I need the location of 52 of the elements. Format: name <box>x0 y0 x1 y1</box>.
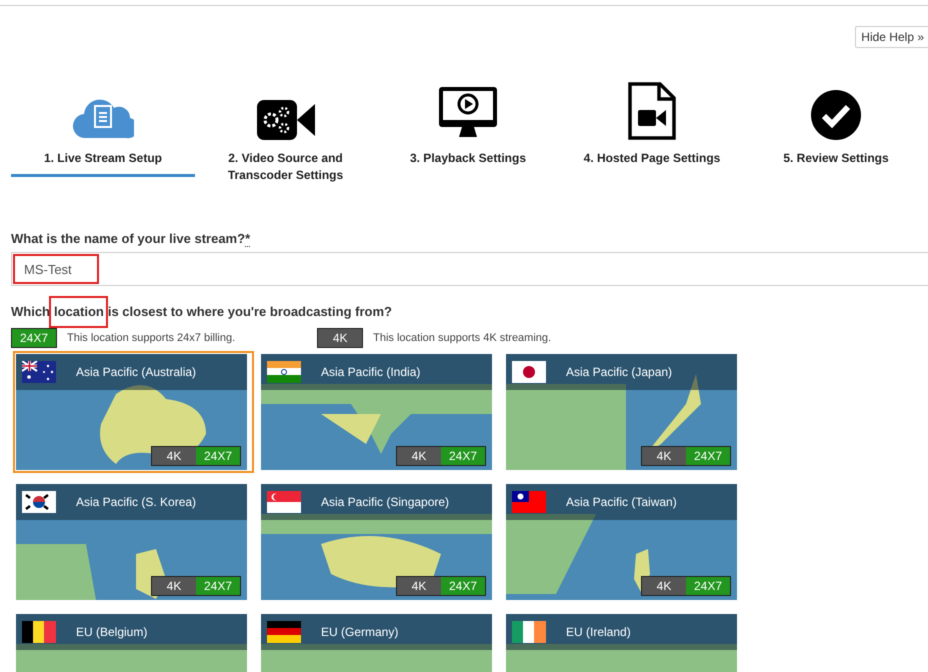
flag-icon <box>267 361 301 383</box>
step-tab[interactable]: 4. Hosted Page Settings <box>560 150 744 177</box>
flag-icon <box>512 491 546 513</box>
feature-badge: 24X7 <box>441 577 485 595</box>
feature-badge: 4K <box>642 447 686 465</box>
step-tab[interactable]: 1. Live Stream Setup <box>11 150 195 177</box>
video-file-icon <box>628 82 676 140</box>
step-tab[interactable]: 3. Playback Settings <box>376 150 560 177</box>
location-name: Asia Pacific (India) <box>321 365 420 379</box>
flag-icon <box>512 361 546 383</box>
flag-icon <box>267 491 301 513</box>
flag-icon <box>22 621 56 643</box>
location-name: Asia Pacific (Taiwan) <box>566 495 677 509</box>
question-text: is closest to where you're broadcasting from? <box>108 304 392 319</box>
flag-icon <box>512 621 546 643</box>
feature-badge: 4K <box>642 577 686 595</box>
feature-badge: 24X7 <box>196 577 240 595</box>
stream-name-field[interactable]: MS-Test <box>11 252 928 286</box>
feature-badge: 24X7 <box>686 447 730 465</box>
location-name: Asia Pacific (S. Korea) <box>76 495 196 509</box>
step-tab[interactable]: 5. Review Settings <box>744 150 928 177</box>
feature-badge: 24X7 <box>196 447 240 465</box>
feature-badge: 4K <box>397 447 441 465</box>
location-name: EU (Germany) <box>321 625 398 639</box>
question-text: location <box>54 304 104 319</box>
hide-help-button[interactable]: Hide Help » <box>855 26 928 48</box>
location-name: EU (Belgium) <box>76 625 148 639</box>
feature-badge: 24X7 <box>686 577 730 595</box>
annotation-box <box>49 296 108 328</box>
location-name: EU (Ireland) <box>566 625 631 639</box>
required-mark: * <box>245 231 250 247</box>
location-name: Asia Pacific (Singapore) <box>321 495 450 509</box>
feature-badge: 24X7 <box>441 447 485 465</box>
step-tab[interactable]: 2. Video Source and Transcoder Settings <box>226 150 346 194</box>
legend-text: This location supports 24x7 billing. <box>67 332 236 344</box>
feature-badge: 4K <box>317 328 364 348</box>
flag-icon <box>267 621 301 643</box>
feature-badge: 24X7 <box>11 328 57 348</box>
monitor-play-icon <box>438 86 498 140</box>
flag-icon <box>22 491 56 513</box>
feature-badge: 4K <box>152 577 196 595</box>
location-card[interactable]: Asia Pacific (Australia) 4K 24X7 <box>13 351 254 473</box>
checkmark-circle-icon <box>811 90 861 140</box>
location-name: Asia Pacific (Japan) <box>566 365 672 379</box>
feature-badge: 4K <box>152 447 196 465</box>
video-camera-gears-icon <box>256 100 314 140</box>
feature-badge: 4K <box>397 577 441 595</box>
field-label: What is the name of your live stream? <box>11 231 246 246</box>
flag-icon <box>22 361 56 383</box>
location-name: Asia Pacific (Australia) <box>76 365 196 379</box>
question-text: Which <box>11 304 50 319</box>
legend-text: This location supports 4K streaming. <box>373 332 552 344</box>
